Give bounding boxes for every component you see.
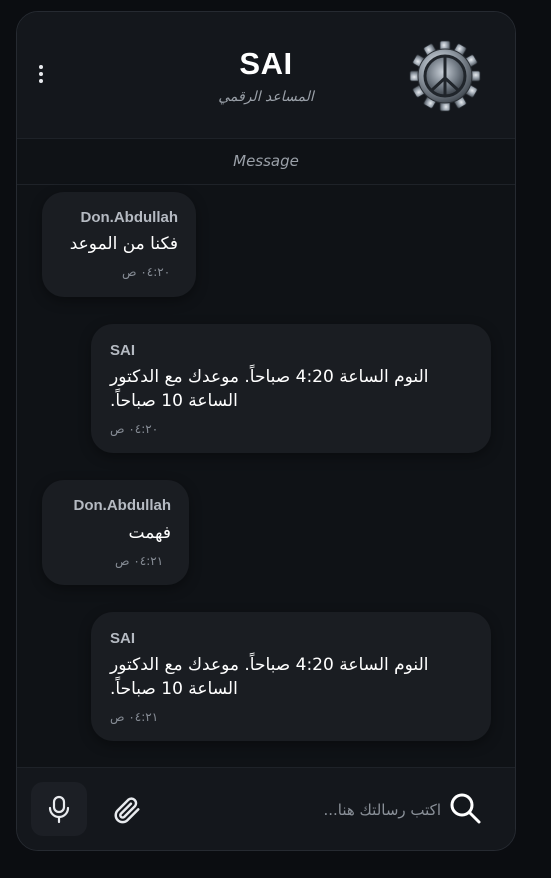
message-sender: SAI: [110, 342, 136, 359]
message-time: ٠٤:٢٠ ص: [110, 422, 159, 436]
message-bubble-assistant: SAI النوم الساعة 4:20 صباحاً. موعدك مع ا…: [91, 324, 491, 453]
attach-button[interactable]: [109, 792, 145, 828]
message-time: ٠٤:٢١ ص: [115, 554, 164, 568]
chat-window: SAI المساعد الرقمي Message Don.Abdullah …: [16, 11, 516, 851]
message-text: النوم الساعة 4:20 صباحاً. موعدك مع الدكت…: [110, 655, 429, 675]
microphone-button[interactable]: [31, 782, 87, 836]
search-button[interactable]: [445, 788, 485, 828]
message-sender: Don.Abdullah: [73, 497, 172, 514]
paperclip-icon: [114, 797, 140, 824]
message-composer: [17, 767, 515, 850]
message-text: الساعة 10 صباحاً.: [110, 679, 238, 699]
message-input[interactable]: [167, 790, 443, 830]
message-text: فكنا من الموعد: [69, 234, 178, 254]
search-icon: [450, 793, 481, 824]
status-label: Message: [17, 139, 515, 185]
message-sender: Don.Abdullah: [80, 209, 179, 226]
chat-header: SAI المساعد الرقمي: [17, 12, 515, 139]
message-text: النوم الساعة 4:20 صباحاً. موعدك مع الدكت…: [110, 367, 429, 387]
message-time: ٠٤:٢٠ ص: [122, 265, 171, 279]
message-text: الساعة 10 صباحاً.: [110, 391, 238, 411]
message-bubble-user: Don.Abdullah فكنا من الموعد ٠٤:٢٠ ص: [42, 192, 196, 297]
gear-peace-emblem-icon: [409, 40, 481, 112]
message-bubble-user: Don.Abdullah فهمت ٠٤:٢١ ص: [42, 480, 189, 585]
message-time: ٠٤:٢١ ص: [110, 710, 159, 724]
message-list: Don.Abdullah فكنا من الموعد ٠٤:٢٠ ص SAI …: [17, 185, 515, 768]
message-text: فهمت: [128, 523, 171, 543]
microphone-icon: [48, 795, 70, 824]
message-sender: SAI: [110, 630, 136, 647]
message-bubble-assistant: SAI النوم الساعة 4:20 صباحاً. موعدك مع ا…: [91, 612, 491, 741]
